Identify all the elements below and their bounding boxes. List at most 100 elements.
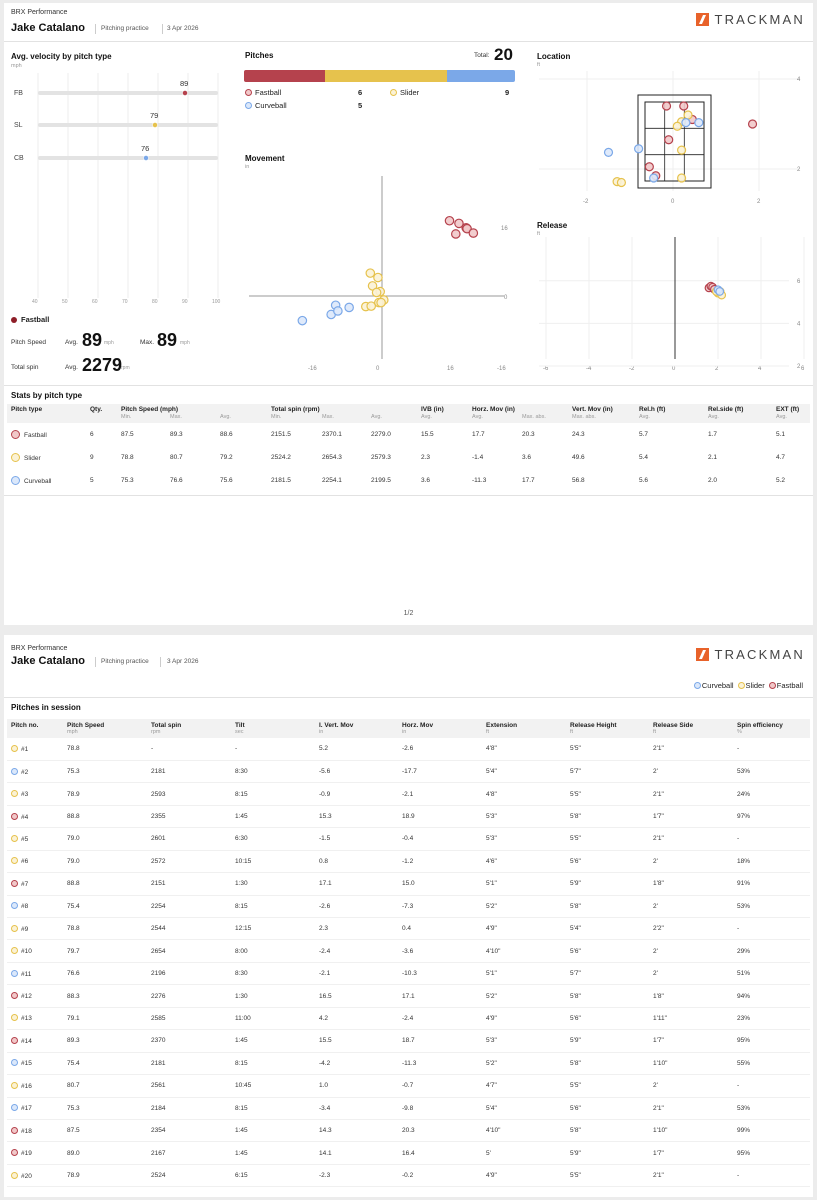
pitch-cell: 53% xyxy=(733,760,810,784)
session-body: #1 78.8- -5.2 -2.6 4'8" 5'5" 2'1" - #2 75.3 2181 8:… xyxy=(7,738,810,1188)
header-divider xyxy=(95,657,96,667)
slider-icon xyxy=(11,857,18,865)
pitch-cell: 80.7 xyxy=(63,1074,147,1098)
movement-x-tick: -16 xyxy=(497,366,506,372)
stats-cell: 2.1 xyxy=(708,454,718,461)
velocity-tick-label: 50 xyxy=(62,299,68,305)
velocity-tick-label: 40 xyxy=(32,299,38,305)
report-page-1: BRX Performance Jake Catalano Pitching p… xyxy=(4,3,813,625)
pitch-cell: 2'2" xyxy=(649,917,733,941)
pitch-cell: 2601 xyxy=(147,827,231,851)
sub-header: Min. xyxy=(267,413,318,423)
pitch-cell: - xyxy=(733,738,810,761)
pitch-cell: 2196 xyxy=(147,962,231,986)
pitch-no-cell: #6 xyxy=(7,850,63,874)
legend-label: Fastball xyxy=(776,681,803,690)
pitch-cell: 75.3 xyxy=(63,1097,147,1120)
col-unit: sec xyxy=(231,729,315,738)
stats-cell: 1.7 xyxy=(708,431,718,438)
curveball-point xyxy=(715,287,725,296)
pitch-cell: 5'6" xyxy=(566,1007,649,1031)
pitch-cell: - xyxy=(231,738,315,761)
velocity-tick-label: 60 xyxy=(92,299,98,305)
pitch-cell: 97% xyxy=(733,805,810,829)
sub-header: Min. xyxy=(117,413,166,423)
stats-cell: 5.1 xyxy=(776,431,786,438)
slider-icon xyxy=(11,453,20,462)
legend-label: Fastball xyxy=(21,315,50,324)
col-header: Release Height xyxy=(566,719,649,729)
stats-cell: 49.6 xyxy=(572,454,585,461)
pitch-cell: 2524 xyxy=(147,1164,231,1188)
pitch-cell: 5'2" xyxy=(482,1052,566,1076)
slider-point xyxy=(672,121,682,131)
pitch-cell: 5'9" xyxy=(566,872,649,896)
trackman-mark-icon xyxy=(696,13,710,26)
pitch-cell: 2593 xyxy=(147,782,231,806)
pitch-cell: 5'6" xyxy=(566,939,649,963)
legend-label: Slider xyxy=(400,88,420,97)
pitch-no: #19 xyxy=(21,1150,32,1158)
pitch-row: #15 75.4 2181 8:15 -4.2 -11.3 5'2" 5'8" 1'10" 55% xyxy=(7,1052,810,1076)
pitch-cell: 2276 xyxy=(147,984,231,1008)
col-header: Release Side xyxy=(649,719,733,729)
pitch-cell: 1.0 xyxy=(315,1074,398,1098)
header-rule xyxy=(4,41,813,42)
sub-header: Max. xyxy=(166,413,216,423)
pitch-no: #18 xyxy=(21,1127,32,1135)
sub-header: Max. abs. xyxy=(568,413,635,423)
pitch-no-cell: #19 xyxy=(7,1141,63,1165)
pitch-cell: 1:45 xyxy=(231,805,315,829)
pitch-cell: 79.7 xyxy=(63,939,147,963)
pitch-cell: 5'5" xyxy=(566,827,649,851)
pitch-type-cell: Fastball xyxy=(7,423,86,446)
release-x-tick: 2 xyxy=(715,366,719,372)
location-y-tick: 4 xyxy=(797,77,801,83)
brand-name: TRACKMAN xyxy=(714,12,805,27)
fastball-point xyxy=(679,101,689,111)
col-unit: rpm xyxy=(147,729,231,738)
pitch-cell: 2' xyxy=(649,760,733,784)
stats-row-fastball: Fastball 6 87.5 89.3 88.6 2151.5 2370.1 2279.0 1… xyxy=(7,423,810,446)
pitch-cell: 4'8" xyxy=(482,782,566,806)
stats-cell: 9 xyxy=(90,454,94,461)
col-header: Horz. Mov xyxy=(398,719,482,729)
header-divider xyxy=(95,24,96,34)
pitch-cell: -0.9 xyxy=(315,782,398,806)
velocity-tick-label: 80 xyxy=(152,299,158,305)
sub-header: Avg. xyxy=(367,413,417,423)
pitch-cell: -17.7 xyxy=(398,760,482,784)
slider-icon xyxy=(11,744,18,752)
org-name: BRX Performance xyxy=(11,645,68,652)
pitch-cell: 95% xyxy=(733,1029,810,1053)
pitch-no: #16 xyxy=(21,1082,32,1090)
pitch-cell: 8:15 xyxy=(231,782,315,806)
pitch-cell: 18% xyxy=(733,850,810,874)
pitch-cell: 2184 xyxy=(147,1097,231,1120)
pitch-cell: -2.4 xyxy=(315,939,398,963)
pitch-cell: 53% xyxy=(733,1097,810,1120)
pitch-cell: -2.6 xyxy=(315,895,398,919)
session-header: Pitch no. Pitch Speed Total spin Tilt I. Ver… xyxy=(7,719,810,738)
sub-header: Avg. xyxy=(216,413,267,423)
fastball-point xyxy=(468,228,479,238)
stats-cell: 2370.1 xyxy=(322,431,342,438)
pitch-cell: 1'7" xyxy=(649,1141,733,1165)
pitch-cell: 78.8 xyxy=(63,917,147,941)
pitch-row: #14 89.3 2370 1:45 15.5 18.7 5'3" 5'9" 1'7" 95% xyxy=(7,1029,810,1053)
pitch-mix-segment-slider xyxy=(325,70,448,82)
pitch-cell: 78.9 xyxy=(63,782,147,806)
slider-icon xyxy=(11,834,18,842)
pitch-cell: 4.2 xyxy=(315,1007,398,1031)
pitch-no: #2 xyxy=(21,768,29,776)
pitch-cell: 5'8" xyxy=(566,1119,649,1143)
pitch-no: #12 xyxy=(21,993,32,1001)
pitch-cell: 20.3 xyxy=(398,1119,482,1143)
col-header: Total spin xyxy=(147,719,231,729)
pitch-cell: 14.1 xyxy=(315,1141,398,1165)
pitch-cell: 2' xyxy=(649,895,733,919)
stats-cell: -1.4 xyxy=(472,454,484,461)
pitch-cell: -5.6 xyxy=(315,760,398,784)
movement-title: Movement xyxy=(245,154,285,163)
pitch-cell: 76.6 xyxy=(63,962,147,986)
